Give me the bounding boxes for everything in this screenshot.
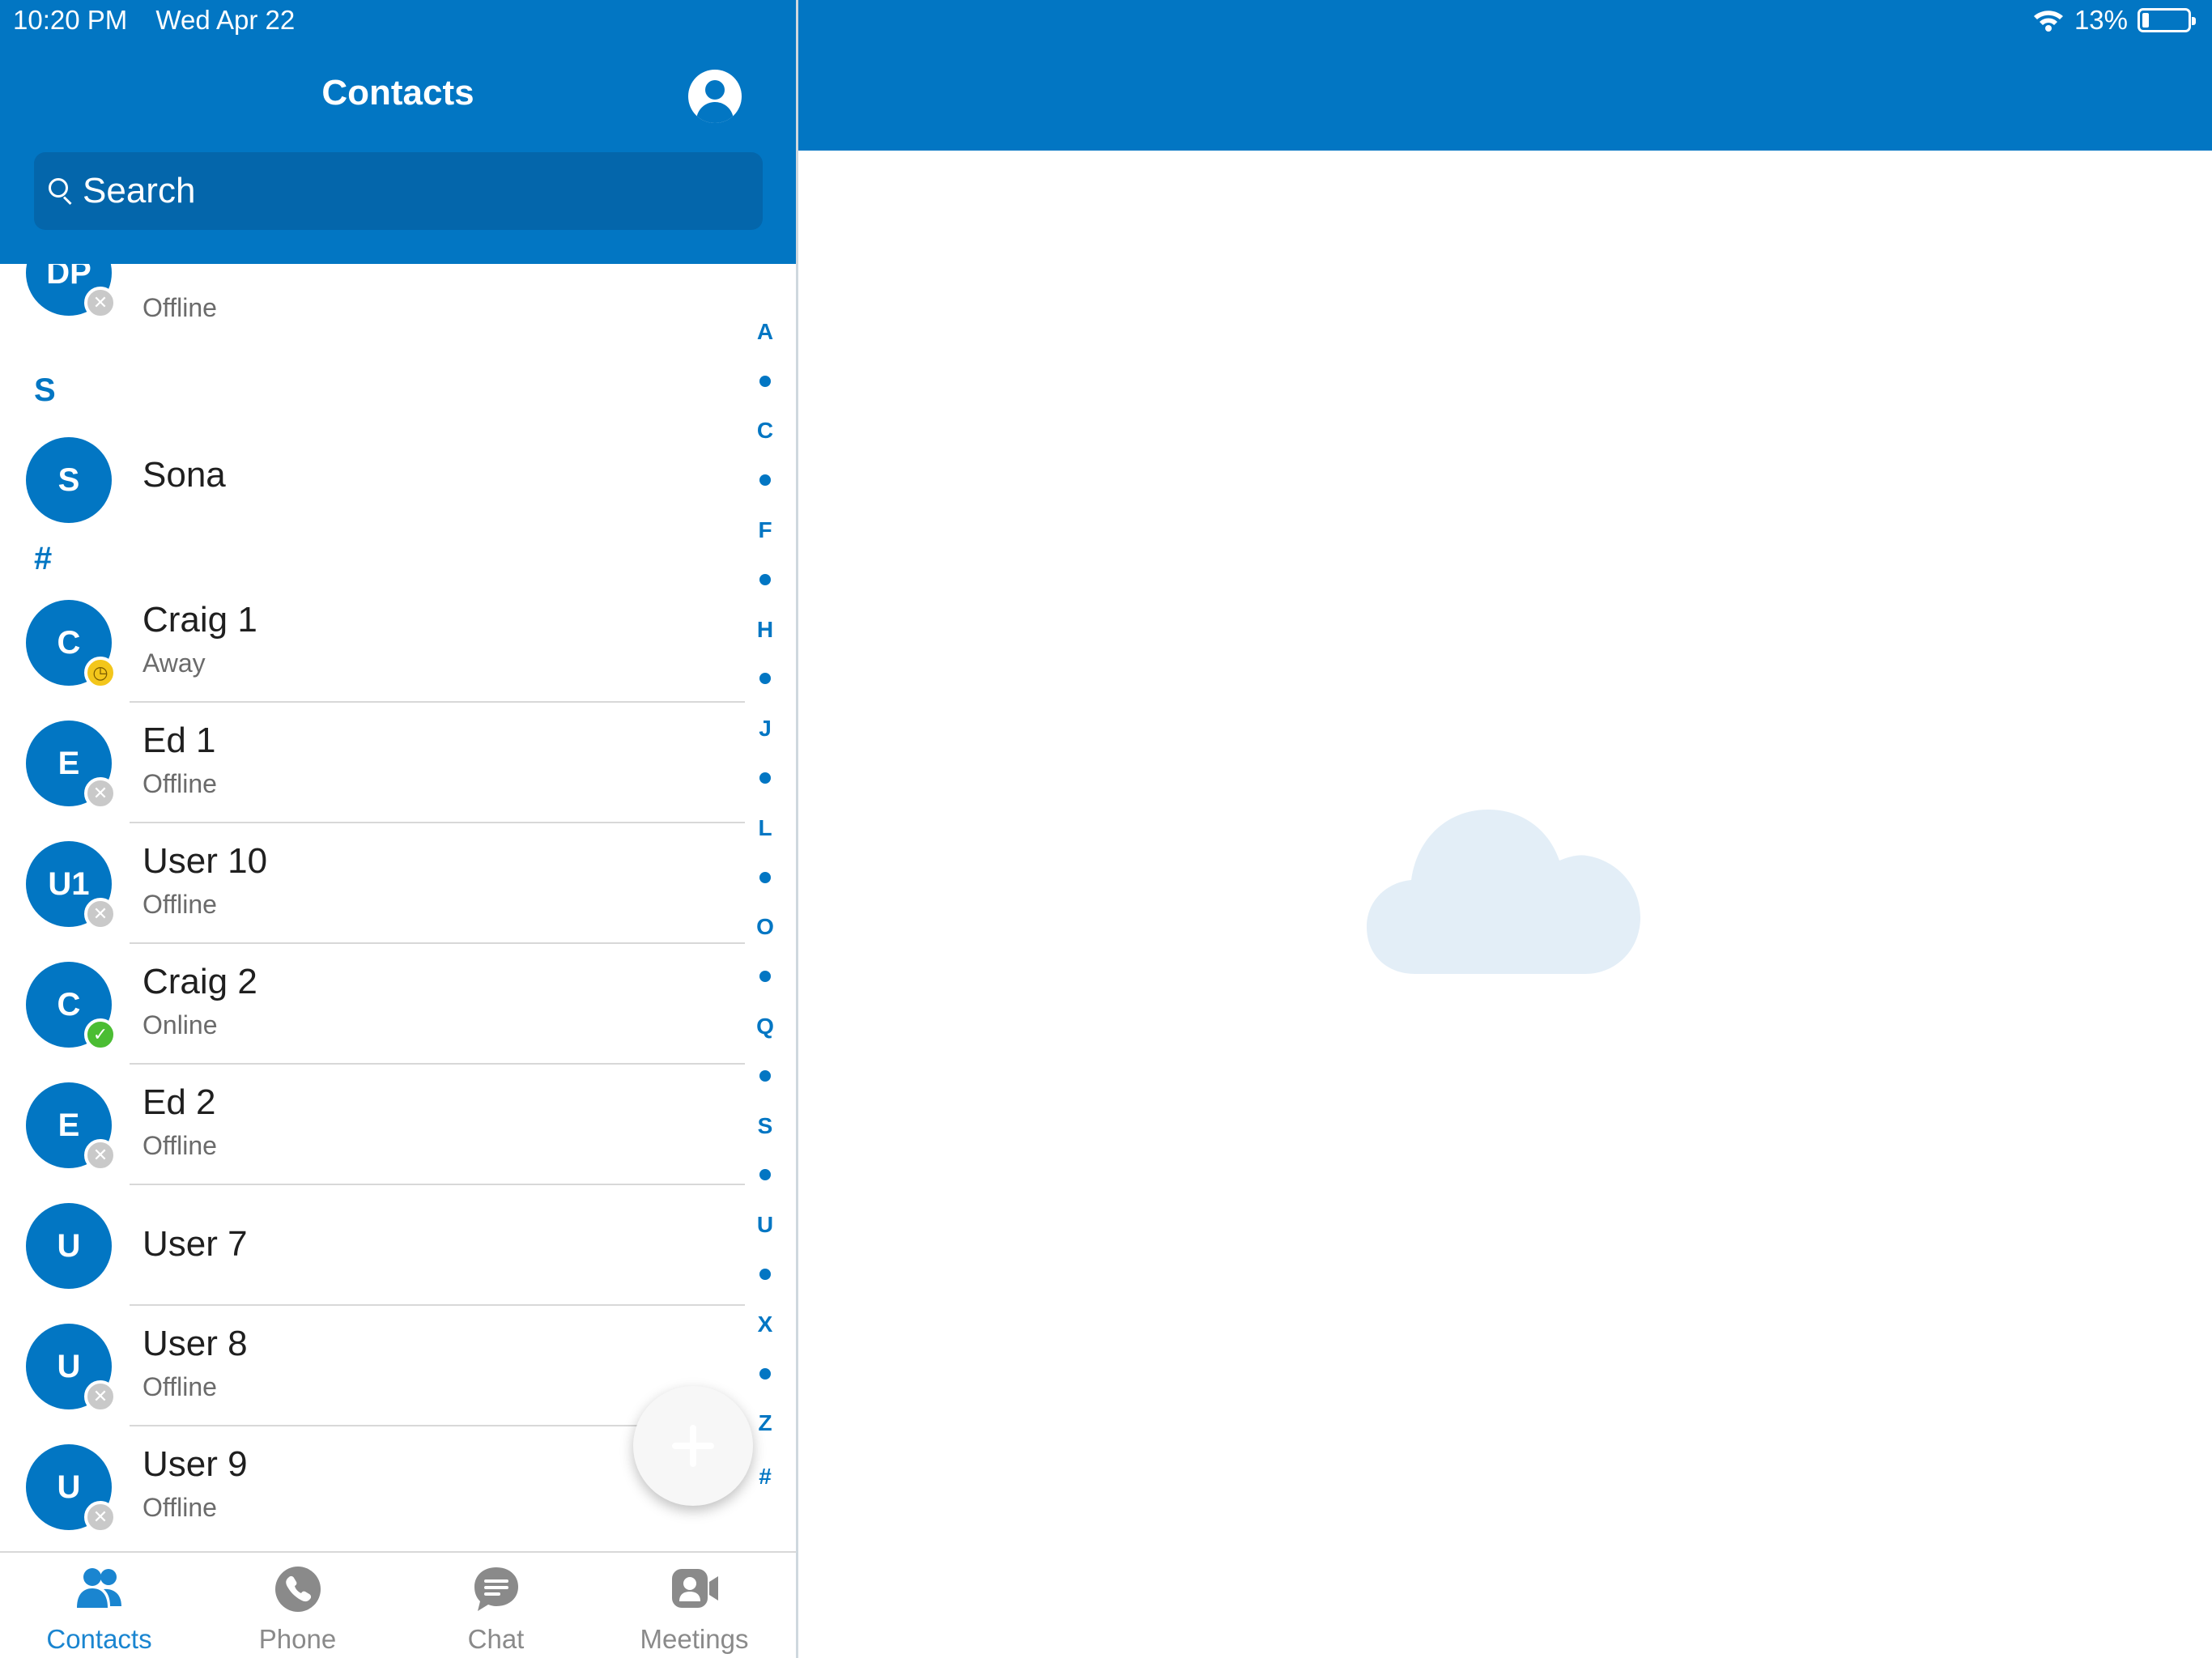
offline-status-icon: ✕	[84, 1501, 117, 1533]
tab-label: Chat	[467, 1624, 525, 1654]
offline-status-icon: ✕	[84, 777, 117, 810]
tab-label: Phone	[258, 1624, 337, 1654]
contact-row[interactable]: C ✓ Craig 2 Online	[0, 944, 745, 1065]
search-input[interactable]	[83, 165, 747, 217]
contact-row[interactable]: C ◷ Craig 1 Away	[0, 582, 745, 703]
index-dot[interactable]	[759, 673, 771, 684]
avatar: U	[26, 1203, 112, 1289]
contact-status: Offline	[143, 1372, 217, 1401]
profile-button[interactable]	[688, 70, 742, 123]
tab-phone[interactable]: Phone	[198, 1553, 397, 1658]
contact-status: Offline	[143, 1131, 217, 1160]
contact-name: Craig 2	[143, 962, 257, 1001]
contact-list[interactable]: P DP ✕ Offline S S Sona # C ◷ Craig 1 Aw…	[0, 264, 796, 1551]
contact-row[interactable]: E ✕ Ed 2 Offline	[0, 1065, 745, 1185]
search-icon	[49, 178, 73, 206]
contact-row[interactable]: E ✕ Ed 1 Offline	[0, 703, 745, 823]
contact-name: Sona	[143, 455, 226, 495]
index-letter-h[interactable]: H	[745, 617, 785, 643]
index-letter-q[interactable]: Q	[745, 1014, 785, 1039]
index-letter-a[interactable]: A	[745, 319, 785, 345]
cloud-icon	[1367, 810, 1640, 974]
offline-status-icon: ✕	[84, 1380, 117, 1413]
tab-bar: Contacts Phone Chat Meetings	[0, 1551, 796, 1658]
chat-icon	[474, 1567, 518, 1611]
index-dot[interactable]	[759, 574, 771, 585]
contact-status: Away	[143, 648, 206, 678]
index-letter-s[interactable]: S	[745, 1113, 785, 1139]
contact-name: Craig 1	[143, 600, 257, 640]
contact-row[interactable]: U1 ✕ User 10 Offline	[0, 823, 745, 944]
page-title: Contacts	[321, 73, 474, 113]
contact-status: Offline	[143, 293, 217, 322]
index-dot[interactable]	[759, 376, 771, 387]
section-header-s: S	[34, 372, 56, 408]
contact-row[interactable]: S Sona	[0, 419, 745, 540]
wifi-icon	[2033, 11, 2063, 32]
offline-status-icon: ✕	[84, 898, 117, 930]
contact-name: User 9	[143, 1444, 248, 1484]
contact-status: Online	[143, 1010, 218, 1039]
index-letter-u[interactable]: U	[745, 1212, 785, 1238]
index-letter-hash[interactable]: #	[745, 1464, 785, 1490]
index-letter-o[interactable]: O	[745, 914, 785, 940]
contact-name: User 8	[143, 1324, 248, 1363]
avatar: S	[26, 437, 112, 523]
tab-chat[interactable]: Chat	[397, 1553, 595, 1658]
contact-name: Ed 1	[143, 721, 216, 760]
index-dot[interactable]	[759, 872, 771, 883]
tab-meetings[interactable]: Meetings	[595, 1553, 793, 1658]
detail-header: 13%	[798, 0, 2212, 151]
status-bar-right: 13%	[2032, 5, 2196, 36]
contact-status: Offline	[143, 769, 217, 798]
status-time: 10:20 PM	[13, 5, 128, 35]
contact-status: Offline	[143, 1493, 217, 1522]
away-clock-icon: ◷	[84, 657, 117, 689]
index-letter-j[interactable]: J	[745, 716, 785, 742]
tab-contacts[interactable]: Contacts	[0, 1553, 198, 1658]
index-dot[interactable]	[759, 474, 771, 486]
contact-status: Offline	[143, 890, 217, 919]
section-header-hash: #	[34, 541, 53, 576]
index-dot[interactable]	[759, 772, 771, 784]
profile-icon-body	[696, 102, 734, 123]
app-window: 10:20 PM Wed Apr 22 Contacts P DP ✕	[0, 0, 2212, 1658]
contact-row[interactable]: U ✕ User 8 Offline	[0, 1306, 745, 1426]
offline-status-icon: ✕	[84, 287, 117, 319]
contact-name: Ed 2	[143, 1082, 216, 1122]
contacts-pane: 10:20 PM Wed Apr 22 Contacts P DP ✕	[0, 0, 796, 1658]
profile-icon-head	[705, 80, 725, 100]
index-dot[interactable]	[759, 1070, 771, 1082]
add-contact-button[interactable]	[633, 1386, 753, 1506]
tab-label: Meetings	[640, 1624, 749, 1654]
offline-status-icon: ✕	[84, 1139, 117, 1171]
meetings-icon	[672, 1569, 718, 1608]
tab-label: Contacts	[46, 1624, 152, 1654]
index-dot[interactable]	[759, 1169, 771, 1180]
contact-name: User 10	[143, 841, 268, 881]
index-dot[interactable]	[759, 1269, 771, 1280]
search-bar[interactable]	[34, 152, 763, 230]
contact-row[interactable]: U User 7	[0, 1185, 745, 1306]
status-date: Wed Apr 22	[155, 5, 296, 35]
contacts-header: 10:20 PM Wed Apr 22 Contacts	[0, 0, 796, 264]
index-dot[interactable]	[759, 971, 771, 982]
status-bar-left: 10:20 PM Wed Apr 22	[13, 5, 316, 36]
phone-icon	[275, 1567, 321, 1612]
battery-percent: 13%	[2074, 5, 2128, 35]
alphabet-index[interactable]: A C F H J L O Q S U X Z #	[745, 264, 785, 1551]
contact-row[interactable]: DP ✕ Offline	[0, 264, 745, 333]
pane-divider	[796, 0, 798, 1658]
contact-name: User 7	[143, 1224, 248, 1264]
battery-icon	[2138, 8, 2196, 32]
index-letter-l[interactable]: L	[745, 815, 785, 841]
people-icon	[77, 1568, 121, 1608]
index-letter-c[interactable]: C	[745, 418, 785, 444]
index-letter-f[interactable]: F	[745, 517, 785, 543]
online-check-icon: ✓	[84, 1018, 117, 1051]
index-letter-x[interactable]: X	[745, 1312, 785, 1337]
index-dot[interactable]	[759, 1368, 771, 1380]
